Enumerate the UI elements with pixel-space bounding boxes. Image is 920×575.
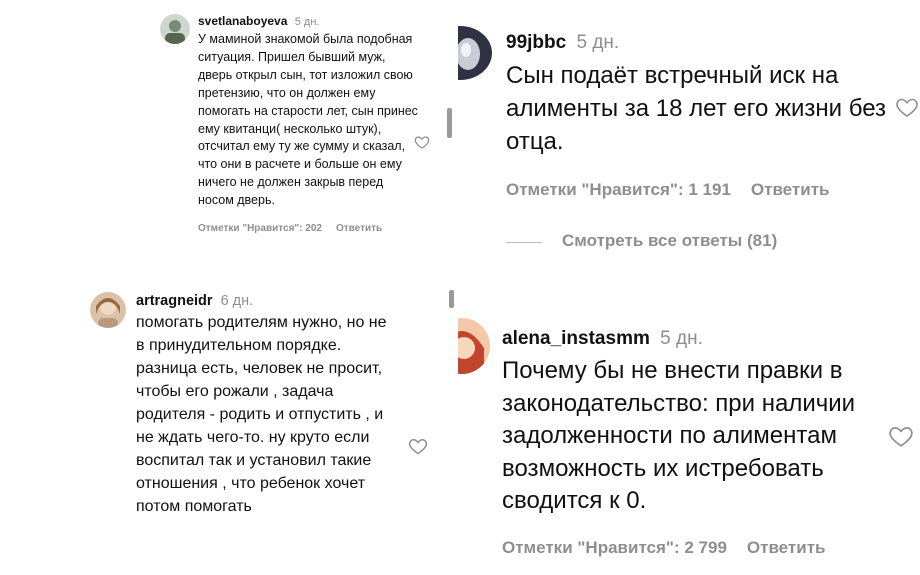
left-top-panel: svetlanaboyeva 5 дн. У маминой знакомой … (0, 0, 455, 282)
comment-text: У маминой знакомой была подобная ситуаци… (198, 32, 418, 208)
username[interactable]: svetlanaboyeva (198, 14, 287, 28)
avatar[interactable] (90, 292, 126, 328)
heart-outline-icon[interactable] (895, 95, 919, 119)
avatar[interactable] (458, 318, 490, 374)
comment-text: Почему бы не внести правки в законодател… (502, 357, 856, 514)
timestamp[interactable]: 5 дн. (660, 328, 703, 349)
reply-button[interactable]: Ответить (747, 538, 826, 557)
comment-text: Сын подаёт встречный иск на алименты за … (506, 62, 887, 155)
reply-button[interactable]: Ответить (336, 223, 382, 234)
right-top-panel: 99jbbc 5 дн. Сын подаёт встречный иск на… (458, 0, 920, 282)
view-replies-row[interactable]: Смотреть все ответы (81) (506, 231, 906, 253)
timestamp[interactable]: 5 дн. (576, 32, 619, 53)
divider (506, 242, 542, 243)
scrollbar[interactable] (447, 108, 452, 138)
likes-count[interactable]: Отметки "Нравится": 1 191 (506, 180, 731, 199)
right-bottom-panel: alena_instasmm 5 дн. Почему бы не внести… (458, 284, 920, 575)
heart-outline-icon[interactable] (414, 134, 430, 150)
comment-text: помогать родителям нужно, но не в принуд… (136, 314, 387, 515)
left-bottom-panel: artragneidr 6 дн. помогать родителям нуж… (0, 284, 455, 575)
username[interactable]: 99jbbc (506, 32, 566, 53)
avatar[interactable] (160, 14, 190, 44)
heart-outline-icon[interactable] (408, 436, 428, 456)
comment-meta: Отметки "Нравится": 1 191 Ответить (506, 180, 906, 200)
username[interactable]: artragneidr (136, 293, 213, 309)
avatar[interactable] (458, 26, 492, 80)
comment-meta: Отметки "Нравится": 2 799 Ответить (502, 538, 912, 558)
username[interactable]: alena_instasmm (502, 328, 650, 349)
timestamp[interactable]: 5 дн. (295, 16, 320, 28)
reply-button[interactable]: Ответить (751, 180, 830, 199)
timestamp[interactable]: 6 дн. (221, 293, 254, 309)
view-replies-link[interactable]: Смотреть все ответы (81) (562, 231, 777, 251)
comment-meta: Отметки "Нравится": 202 Ответить (198, 220, 418, 238)
likes-count[interactable]: Отметки "Нравится": 202 (198, 223, 322, 234)
scrollbar[interactable] (449, 290, 454, 308)
heart-outline-icon[interactable] (888, 423, 914, 449)
likes-count[interactable]: Отметки "Нравится": 2 799 (502, 538, 727, 557)
